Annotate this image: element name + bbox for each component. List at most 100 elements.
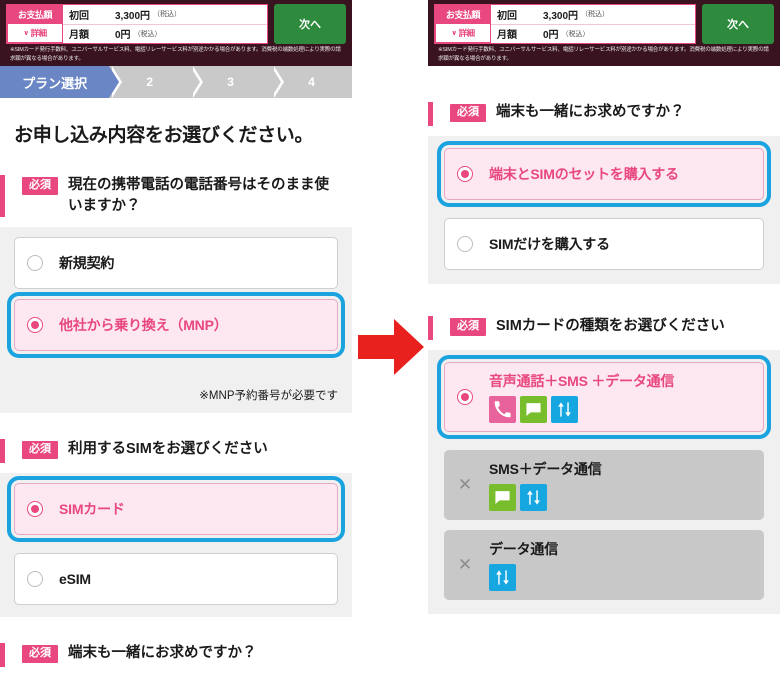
- radio-icon: [457, 389, 473, 406]
- section-spacer: [0, 413, 352, 430]
- question-text: 端末も一緒にお求めですか？: [68, 645, 257, 662]
- option-label: 他社から乗り換え（MNP）: [59, 317, 228, 334]
- question-accent-bar: [0, 439, 5, 464]
- payment-detail-toggle[interactable]: ∨ 詳細: [435, 23, 491, 43]
- mnp-note: ※MNP予約番号が必要です: [0, 381, 352, 414]
- option-sim-card[interactable]: SIMカード: [7, 476, 345, 543]
- option-mnp-transfer[interactable]: 他社から乗り換え（MNP）: [7, 292, 345, 359]
- data-icon: [520, 484, 547, 512]
- required-badge: 必須: [450, 104, 486, 123]
- next-button[interactable]: 次へ: [274, 4, 346, 44]
- payment-row-tax: （税込）: [581, 11, 610, 19]
- option-group-mnp: 新規契約 他社から乗り換え（MNP）: [0, 227, 352, 382]
- question-header-sim-type: 必須 利用するSIMをお選びください: [0, 429, 352, 473]
- payment-row-tax: （税込）: [133, 30, 162, 38]
- option-label: SIMカード: [59, 501, 125, 518]
- question-header-mnp: 必須 現在の携帯電話の電話番号はそのまま使いますか？: [0, 165, 352, 227]
- question-text: SIMカードの種類をお選びください: [496, 318, 725, 335]
- payment-row-initial: 初回 3,300円 （税込）: [63, 5, 267, 25]
- payment-row-monthly: 月額 0円 （税込）: [491, 25, 695, 44]
- payment-row-tax: （税込）: [153, 11, 182, 19]
- payment-row-tax: （税込）: [561, 30, 590, 38]
- phone-icon: [489, 396, 516, 424]
- radio-icon: [27, 501, 43, 518]
- option-device-and-sim-set[interactable]: 端末とSIMのセットを購入する: [437, 141, 771, 208]
- option-label: SIMだけを購入する: [489, 236, 610, 253]
- header-fineprint: ※SIMカード発行手数料、ユニバーサルサービス料、電話リレーサービス料が別途かか…: [438, 47, 769, 62]
- data-icon: [551, 396, 578, 424]
- required-badge: 必須: [22, 177, 58, 196]
- payment-detail-label: 詳細: [458, 28, 476, 38]
- close-icon: ✕: [457, 475, 473, 495]
- required-badge: 必須: [22, 645, 58, 664]
- step-1-plan-select[interactable]: プラン選択: [0, 66, 123, 99]
- payment-row-key: 月額: [497, 30, 517, 42]
- header-fineprint: ※SIMカード発行手数料、ユニバーサルサービス料、電話リレーサービス料が別途かか…: [10, 47, 341, 62]
- payment-amount-label: お支払額: [435, 5, 491, 23]
- payment-row-key: 初回: [497, 10, 517, 22]
- payment-rows: 初回 3,300円 （税込） 月額 0円 （税込）: [63, 5, 267, 43]
- option-data-only[interactable]: ✕ データ通信: [444, 530, 764, 601]
- payment-table: お支払額 ∨ 詳細 初回 3,300円 （税込） 月額 0円 （税込）: [434, 4, 696, 44]
- option-group-device: 端末とSIMのセットを購入する SIMだけを購入する: [428, 136, 780, 285]
- option-label: 端末とSIMのセットを購入する: [489, 166, 679, 183]
- question-header-device: 必須 端末も一緒にお求めですか？: [428, 92, 780, 136]
- sms-icon: [520, 396, 547, 424]
- option-body: SMS＋データ通信: [489, 459, 602, 512]
- option-icon-tiles: [489, 396, 674, 424]
- option-group-sim-type: SIMカード eSIM: [0, 473, 352, 618]
- option-icon-tiles: [489, 564, 558, 592]
- option-label: 新規契約: [59, 255, 115, 272]
- option-body: データ通信: [489, 539, 558, 592]
- option-sms-data[interactable]: ✕ SMS＋データ通信: [444, 450, 764, 521]
- question-text: 端末も一緒にお求めですか？: [496, 104, 685, 121]
- question-header-sim-kind: 必須 SIMカードの種類をお選びください: [428, 306, 780, 350]
- payment-table: お支払額 ∨ 詳細 初回 3,300円 （税込） 月額 0円 （税込）: [6, 4, 268, 44]
- option-new-contract[interactable]: 新規契約: [14, 237, 338, 290]
- question-text: 利用するSIMをお選びください: [68, 441, 268, 458]
- option-voice-sms-data[interactable]: 音声通話＋SMS ＋データ通信: [437, 355, 771, 440]
- right-panel-body: 必須 端末も一緒にお求めですか？ 端末とSIMのセットを購入する SIMだけを購…: [428, 66, 780, 615]
- payment-label-column: お支払額 ∨ 詳細: [435, 5, 491, 43]
- question-text: 現在の携帯電話の電話番号はそのまま使いますか？: [68, 177, 329, 215]
- payment-rows: 初回 3,300円 （税込） 月額 0円 （税込）: [491, 5, 695, 43]
- payment-row-value: 0円: [115, 30, 131, 42]
- question-header-device: 必須 端末も一緒にお求めですか？: [0, 633, 352, 677]
- payment-row-value: 0円: [543, 30, 559, 42]
- payment-summary-header: お支払額 ∨ 詳細 初回 3,300円 （税込） 月額 0円 （税込） 次へ ※…: [428, 0, 780, 67]
- payment-row-monthly: 月額 0円 （税込）: [63, 25, 267, 44]
- close-icon: ✕: [457, 555, 473, 575]
- radio-icon: [27, 317, 43, 334]
- question-accent-bar: [428, 102, 433, 127]
- top-spacer: [428, 66, 780, 93]
- progress-stepper: プラン選択 2 3 4: [0, 66, 352, 99]
- radio-icon: [27, 571, 43, 588]
- payment-amount-label: お支払額: [7, 5, 63, 23]
- option-label: 音声通話＋SMS ＋データ通信: [489, 373, 675, 390]
- left-panel-screen: お支払額 ∨ 詳細 初回 3,300円 （税込） 月額 0円 （税込） 次へ ※…: [0, 0, 352, 697]
- payment-detail-label: 詳細: [30, 28, 48, 38]
- payment-row-key: 月額: [69, 30, 89, 42]
- payment-row-initial: 初回 3,300円 （税込）: [491, 5, 695, 25]
- option-label: データ通信: [489, 541, 558, 558]
- next-button[interactable]: 次へ: [702, 4, 774, 44]
- payment-detail-toggle[interactable]: ∨ 詳細: [7, 23, 63, 43]
- sms-icon: [489, 484, 516, 512]
- radio-icon: [457, 166, 473, 183]
- question-accent-bar: [0, 175, 5, 218]
- option-label: eSIM: [59, 571, 91, 588]
- chevron-down-icon: ∨: [451, 29, 457, 37]
- option-sim-only[interactable]: SIMだけを購入する: [444, 218, 764, 271]
- right-panel-screen: お支払額 ∨ 詳細 初回 3,300円 （税込） 月額 0円 （税込） 次へ ※…: [428, 0, 780, 697]
- option-label: SMS＋データ通信: [489, 461, 602, 478]
- payment-row-value: 3,300円: [115, 10, 151, 22]
- screenshot-stage: お支払額 ∨ 詳細 初回 3,300円 （税込） 月額 0円 （税込） 次へ ※…: [0, 0, 780, 697]
- question-accent-bar: [0, 643, 5, 668]
- payment-label-column: お支払額 ∨ 詳細: [7, 5, 63, 43]
- option-group-sim-kind: 音声通話＋SMS ＋データ通信 ✕ SMS＋データ通信 ✕ データ通信: [428, 350, 780, 615]
- section-spacer: [0, 617, 352, 634]
- chevron-down-icon: ∨: [23, 29, 29, 37]
- option-esim[interactable]: eSIM: [14, 553, 338, 606]
- section-spacer: [428, 284, 780, 307]
- required-badge: 必須: [450, 318, 486, 337]
